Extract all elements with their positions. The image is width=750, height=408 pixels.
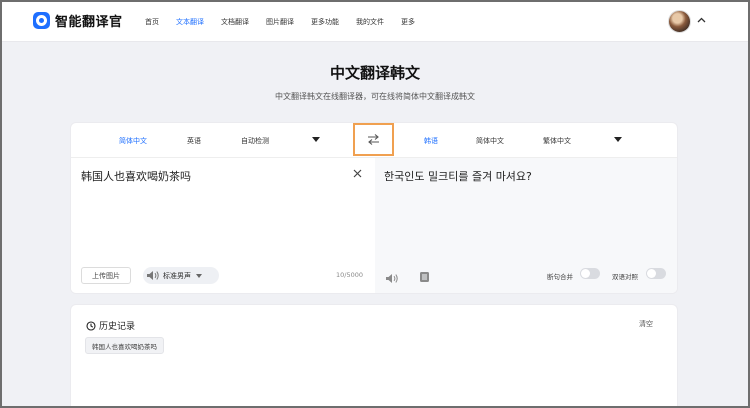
source-lang-simplified-chinese[interactable]: 简体中文 <box>119 136 147 146</box>
swap-icon <box>368 134 379 145</box>
sentence-merge-toggle[interactable] <box>580 268 600 279</box>
clear-history-button[interactable]: 清空 <box>639 319 653 329</box>
nav-item-more[interactable]: 更多 <box>401 17 415 27</box>
nav-item-text-translate[interactable]: 文本翻译 <box>176 17 204 27</box>
translator-panel: 简体中文 英语 自动检测 韩语 简体中文 繁体中文 韩国人也喜欢喝奶茶吗 上传图… <box>70 122 678 294</box>
speaker-icon <box>147 271 159 280</box>
source-lang-auto-detect[interactable]: 自动检测 <box>241 136 269 146</box>
history-header: 历史记录 <box>86 319 135 332</box>
language-bar: 简体中文 英语 自动检测 韩语 简体中文 繁体中文 <box>71 123 677 158</box>
copy-icon[interactable] <box>419 268 430 287</box>
sentence-merge-label: 断句合并 <box>547 273 573 281</box>
voice-select[interactable]: 标准男声 <box>143 267 219 284</box>
avatar[interactable] <box>668 10 691 33</box>
source-text[interactable]: 韩国人也喜欢喝奶茶吗 <box>81 168 191 184</box>
translation-text: 한국인도 밀크티를 즐겨 마셔요? <box>384 170 532 183</box>
nav-item-home[interactable]: 首页 <box>145 17 159 27</box>
upload-image-button[interactable]: 上传图片 <box>81 267 131 284</box>
source-input-area[interactable]: 韩国人也喜欢喝奶茶吗 上传图片 标准男声 10/5000 <box>71 158 375 293</box>
logo[interactable]: 智能翻译官 <box>33 11 123 30</box>
voice-label: 标准男声 <box>163 271 191 280</box>
target-lang-traditional-chinese[interactable]: 繁体中文 <box>543 136 571 146</box>
top-navbar: 智能翻译官 首页 文本翻译 文档翻译 图片翻译 更多功能 我的文件 更多 <box>2 2 748 42</box>
nav-item-image-translate[interactable]: 图片翻译 <box>266 17 294 27</box>
page-title: 中文翻译韩文 <box>329 64 420 82</box>
swap-languages-button[interactable] <box>353 123 394 156</box>
char-count: 10/5000 <box>336 271 364 279</box>
history-panel: 历史记录 清空 韩国人也喜欢喝奶茶吗 <box>70 304 678 408</box>
target-lang-korean[interactable]: 韩语 <box>424 136 438 146</box>
page-subtitle: 中文翻译韩文在线翻译器，可在线将简体中文翻译成韩文 <box>275 92 475 101</box>
history-item[interactable]: 韩国人也喜欢喝奶茶吗 <box>85 337 164 354</box>
bilingual-label: 双语对照 <box>612 273 638 281</box>
source-lang-dropdown-icon[interactable] <box>312 137 320 142</box>
target-lang-dropdown-icon[interactable] <box>614 137 622 142</box>
translation-output-area: 한국인도 밀크티를 즐겨 마셔요? 断句合并 双语对照 <box>375 158 677 293</box>
nav-item-my-files[interactable]: 我的文件 <box>356 17 384 27</box>
speaker-icon[interactable] <box>385 269 399 288</box>
main-nav: 首页 文本翻译 文档翻译 图片翻译 更多功能 我的文件 更多 <box>145 2 432 42</box>
nav-item-doc-translate[interactable]: 文档翻译 <box>221 17 249 27</box>
chevron-up-icon[interactable] <box>697 16 706 26</box>
target-lang-simplified-chinese[interactable]: 简体中文 <box>476 136 504 146</box>
history-title: 历史记录 <box>99 322 136 332</box>
close-icon[interactable] <box>353 167 362 182</box>
chevron-down-icon <box>196 273 202 278</box>
app-name: 智能翻译官 <box>55 15 123 30</box>
history-clock-icon <box>86 320 96 331</box>
bilingual-toggle[interactable] <box>646 268 666 279</box>
logo-icon <box>33 12 50 29</box>
nav-item-more-features[interactable]: 更多功能 <box>311 17 339 27</box>
source-lang-english[interactable]: 英语 <box>187 136 201 146</box>
